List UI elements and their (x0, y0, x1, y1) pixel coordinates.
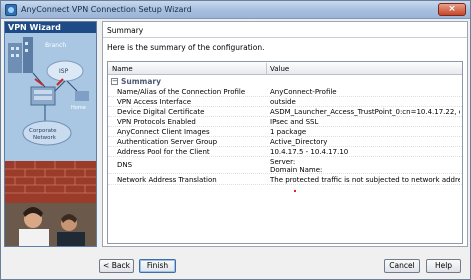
table-row[interactable]: VPN Access Interface outside (108, 97, 462, 107)
table-row[interactable]: Network Address Translation The protecte… (108, 175, 462, 185)
row-name: AnyConnect Client Images (117, 128, 210, 136)
row-value-dns: Server: Domain Name: (270, 158, 460, 174)
help-button[interactable]: Help (426, 259, 461, 273)
row-value: AnyConnect-Profile (270, 88, 337, 96)
app-icon (5, 4, 17, 16)
row-name: DNS (117, 161, 133, 169)
side-panel-title: VPN Wizard (5, 22, 96, 33)
table-row-dns[interactable]: DNS Server: Domain Name: (108, 157, 462, 174)
table-row[interactable]: Authentication Server Group Active_Direc… (108, 137, 462, 147)
network-illustration: Branch ISP Home Corporate Network (5, 33, 96, 246)
row-name: Address Pool for the Client (117, 148, 210, 156)
back-button[interactable]: < Back (99, 259, 134, 273)
row-value: 10.4.17.5 - 10.4.17.10 (270, 148, 349, 156)
row-name: VPN Protocols Enabled (117, 118, 196, 126)
table-row[interactable]: Name/Alias of the Connection Profile Any… (108, 87, 462, 97)
row-value: ASDM_Launcher_Access_TrustPoint_0:cn=10.… (270, 108, 460, 116)
isp-label: ISP (59, 68, 69, 75)
step-title: Summary (103, 22, 467, 38)
row-value: 1 package (270, 128, 307, 136)
row-value: IPsec and SSL (270, 118, 319, 126)
collapse-icon[interactable]: − (111, 78, 118, 85)
column-header-value[interactable]: Value (270, 65, 289, 73)
row-name: Authentication Server Group (117, 138, 218, 146)
table-row[interactable]: Address Pool for the Client 10.4.17.5 - … (108, 147, 462, 157)
dns-domain-name: Domain Name: (270, 166, 323, 174)
row-value: Active_Directory (270, 138, 328, 146)
row-name: Device Digital Certificate (117, 108, 205, 116)
row-name: VPN Access Interface (117, 98, 191, 106)
table-row[interactable]: Device Digital Certificate ASDM_Launcher… (108, 107, 462, 117)
group-label: Summary (121, 77, 162, 86)
row-name: Network Address Translation (117, 176, 217, 184)
column-header-name[interactable]: Name (112, 65, 133, 73)
summary-group-row[interactable]: − Summary (108, 76, 462, 86)
summary-table: Name Value − Summary Name/Alias of the C… (107, 61, 463, 244)
column-divider (266, 63, 267, 74)
window-title: AnyConnect VPN Connection Setup Wizard (21, 5, 192, 14)
home-label: Home (71, 105, 86, 111)
wizard-window: AnyConnect VPN Connection Setup Wizard ×… (0, 0, 471, 280)
table-row[interactable]: VPN Protocols Enabled IPsec and SSL (108, 117, 462, 127)
close-window-button[interactable]: × (438, 3, 466, 16)
row-value: outside (270, 98, 296, 106)
network-label: Network (33, 135, 57, 141)
corporate-label: Corporate (29, 128, 57, 134)
branch-label: Branch (45, 42, 66, 49)
table-row[interactable]: AnyConnect Client Images 1 package (108, 127, 462, 137)
table-header: Name Value (108, 62, 462, 75)
row-value: The protected traffic is not subjected t… (270, 176, 460, 184)
summary-caption: Here is the summary of the configuration… (107, 43, 265, 52)
row-name: Name/Alias of the Connection Profile (117, 88, 246, 96)
content-panel: Summary Here is the summary of the confi… (102, 21, 468, 247)
dns-server: Server: (270, 158, 296, 166)
cancel-button[interactable]: Cancel (384, 259, 420, 273)
finish-button[interactable]: Finish (139, 259, 176, 273)
red-dot (294, 190, 296, 192)
title-bar[interactable]: AnyConnect VPN Connection Setup Wizard × (1, 1, 470, 19)
side-panel: VPN Wizard Branch ISP Home Corporate Net… (4, 21, 97, 247)
